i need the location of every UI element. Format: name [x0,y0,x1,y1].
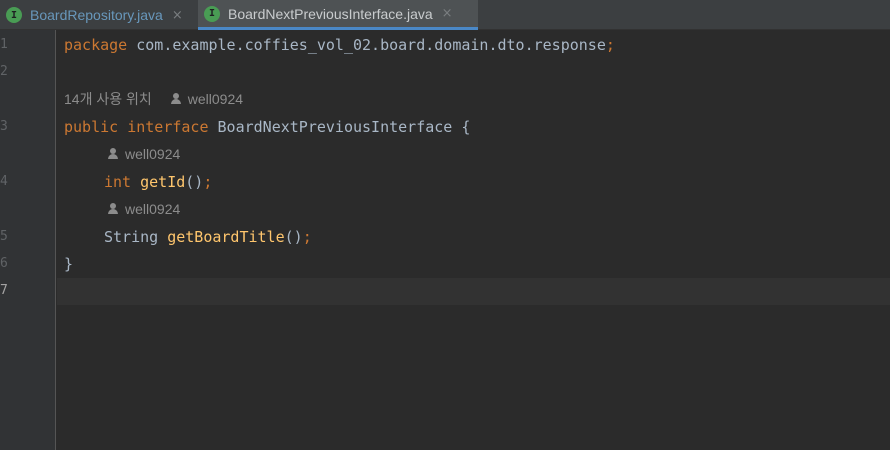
author-inlay-hint[interactable]: well0924 [107,144,180,164]
method-get-board-title: getBoardTitle [167,228,285,246]
line-number: 4 [0,174,8,189]
editor-tab-bar: I BoardRepository.java × I BoardNextPrev… [0,0,890,30]
tab-label: BoardRepository.java [30,7,163,23]
line-number: 1 [0,37,8,52]
author-name: well0924 [187,91,244,107]
package-name: com.example.coffies_vol_02.board.domain.… [127,36,606,54]
line-number: 6 [0,256,8,271]
code-line-get-board-title[interactable]: String getBoardTitle(); [104,225,312,249]
keyword-public: public [64,118,119,136]
interface-name: BoardNextPreviousInterface { [208,118,471,136]
caret-row-highlight [57,278,890,305]
method-get-id: getId [140,173,186,191]
code-line-get-id[interactable]: int getId(); [104,170,212,194]
line-number: 5 [0,229,8,244]
code-line-interface-declaration[interactable]: public interface BoardNextPreviousInterf… [64,115,470,139]
tab-board-next-previous-interface[interactable]: I BoardNextPreviousInterface.java × [198,0,478,30]
parens: () [185,173,204,191]
author-inlay-hint[interactable]: well0924 [107,199,180,219]
type-string: String [104,228,159,246]
line-number: 2 [0,64,8,79]
usages-count: 14개 사용 위치 [64,91,152,107]
keyword-interface: interface [127,118,209,136]
line-number-current: 7 [0,283,8,298]
usages-inlay-hint[interactable]: 14개 사용 위치 well0924 [64,89,243,109]
semicolon: ; [302,228,312,246]
line-number: 3 [0,119,8,134]
close-icon[interactable]: × [442,6,453,21]
keyword-package: package [64,36,128,54]
interface-icon: I [204,5,220,22]
interface-icon: I [6,7,22,23]
code-line-package[interactable]: package com.example.coffies_vol_02.board… [64,33,615,57]
parens: () [284,228,303,246]
code-line-closing-brace[interactable]: } [64,252,73,276]
semicolon: ; [203,173,213,191]
code-editor[interactable]: package com.example.coffies_vol_02.board… [57,30,890,450]
user-icon [107,203,119,215]
semicolon: ; [605,36,615,54]
author-name: well0924 [125,201,181,217]
author-name: well0924 [125,146,181,162]
user-icon [107,148,119,160]
tab-label: BoardNextPreviousInterface.java [228,5,433,22]
line-number-gutter[interactable]: 1 2 3 4 5 6 7 [0,30,56,450]
close-icon[interactable]: × [172,8,183,23]
keyword-int: int [104,173,132,191]
tab-board-repository[interactable]: I BoardRepository.java × [0,0,196,30]
user-icon [170,93,182,105]
